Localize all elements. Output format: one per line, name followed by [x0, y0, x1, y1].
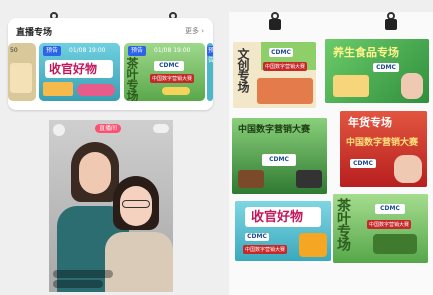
- cdmc-logo: CDMC: [262, 154, 296, 166]
- product-image: [299, 233, 327, 257]
- live-video-frame[interactable]: 直播间: [49, 120, 173, 292]
- binder-clip-icon: [385, 12, 397, 30]
- poster-tea: 茶叶专场 CDMC 中国数字营销大赛: [333, 194, 428, 263]
- poster-title: 文创专场: [236, 48, 250, 92]
- card-title: 收官好物: [49, 62, 98, 76]
- card-time: 01/08 19:00: [154, 47, 191, 54]
- live-card-2[interactable]: 预告 01/08 19:00 茶叶专场 CDMC 中国数字营销大赛: [124, 43, 205, 101]
- product-image: [77, 84, 115, 96]
- poster-contest: 中国数字营销大赛 CDMC: [232, 118, 327, 194]
- contest-name: 中国数字营销大赛: [243, 245, 288, 254]
- host-image: [394, 155, 422, 183]
- product-image: [296, 170, 322, 188]
- preview-badge: 预告: [207, 46, 213, 64]
- contest-name: 中国数字营销大赛: [263, 62, 308, 71]
- comment-bubble: [53, 270, 113, 278]
- product-image: [43, 82, 73, 96]
- cdmc-logo: CDMC: [269, 48, 293, 57]
- poster-title: 年货专场: [348, 116, 392, 129]
- card-time: 01/08 19:00: [69, 47, 106, 54]
- poster-title: 养生食品专场: [333, 46, 399, 59]
- preview-badge: 预告: [43, 46, 62, 56]
- cdmc-logo: CDMC: [350, 159, 376, 168]
- product-image: [238, 170, 264, 188]
- poster-subtitle: 中国数字营销大赛: [346, 138, 419, 148]
- live-section-title: 直播专场: [16, 28, 53, 38]
- cdmc-logo: CDMC: [245, 233, 269, 241]
- cta-image: [162, 87, 190, 95]
- avatar[interactable]: [53, 124, 65, 136]
- cdmc-logo: CDMC: [154, 61, 184, 71]
- binder-clip-icon: [269, 12, 281, 30]
- glasses-icon: [122, 200, 150, 208]
- cdmc-logo: CDMC: [373, 63, 399, 72]
- live-section-panel: 直播专场 更多 › 50 预告 01/08 19:00 收官好物 预告 01/0…: [8, 18, 213, 110]
- person-sweater: [105, 232, 173, 292]
- poster-finale-goods: 收官好物 CDMC 中国数字营销大赛: [235, 201, 331, 261]
- poster-culture: 文创专场 CDMC 中国数字营销大赛: [233, 42, 316, 108]
- more-link[interactable]: 更多 ›: [185, 26, 204, 36]
- product-image: [257, 78, 313, 104]
- poster-title: 收官好物: [251, 210, 304, 225]
- cdmc-logo: CDMC: [375, 204, 405, 214]
- contest-name: 中国数字营销大赛: [150, 74, 195, 83]
- comment-bubble: [53, 280, 103, 288]
- live-card-partial[interactable]: 50: [8, 43, 36, 101]
- card-image: [10, 63, 32, 93]
- host-image: [401, 73, 423, 99]
- person-face: [79, 152, 111, 194]
- poster-new-year: 年货专场 中国数字营销大赛 CDMC: [340, 111, 427, 187]
- preview-badge: 预告: [128, 46, 147, 56]
- live-card-partial[interactable]: 预告: [207, 43, 213, 101]
- right-sheet: 文创专场 CDMC 中国数字营销大赛 养生食品专场 CDMC 中国数字营销大赛 …: [229, 12, 433, 295]
- product-image: [373, 234, 417, 254]
- poster-title: 茶叶专场: [335, 198, 351, 250]
- card-title: 茶叶专场: [125, 57, 139, 101]
- live-room-tag: 直播间: [95, 124, 122, 133]
- contest-name: 中国数字营销大赛: [367, 220, 412, 229]
- poster-title: 中国数字营销大赛: [238, 125, 311, 135]
- close-icon[interactable]: [153, 124, 169, 133]
- product-image: [333, 75, 369, 97]
- live-card-1[interactable]: 预告 01/08 19:00 收官好物: [39, 43, 120, 101]
- card-time: 50: [10, 47, 18, 54]
- poster-health-food: 养生食品专场 CDMC: [325, 39, 429, 103]
